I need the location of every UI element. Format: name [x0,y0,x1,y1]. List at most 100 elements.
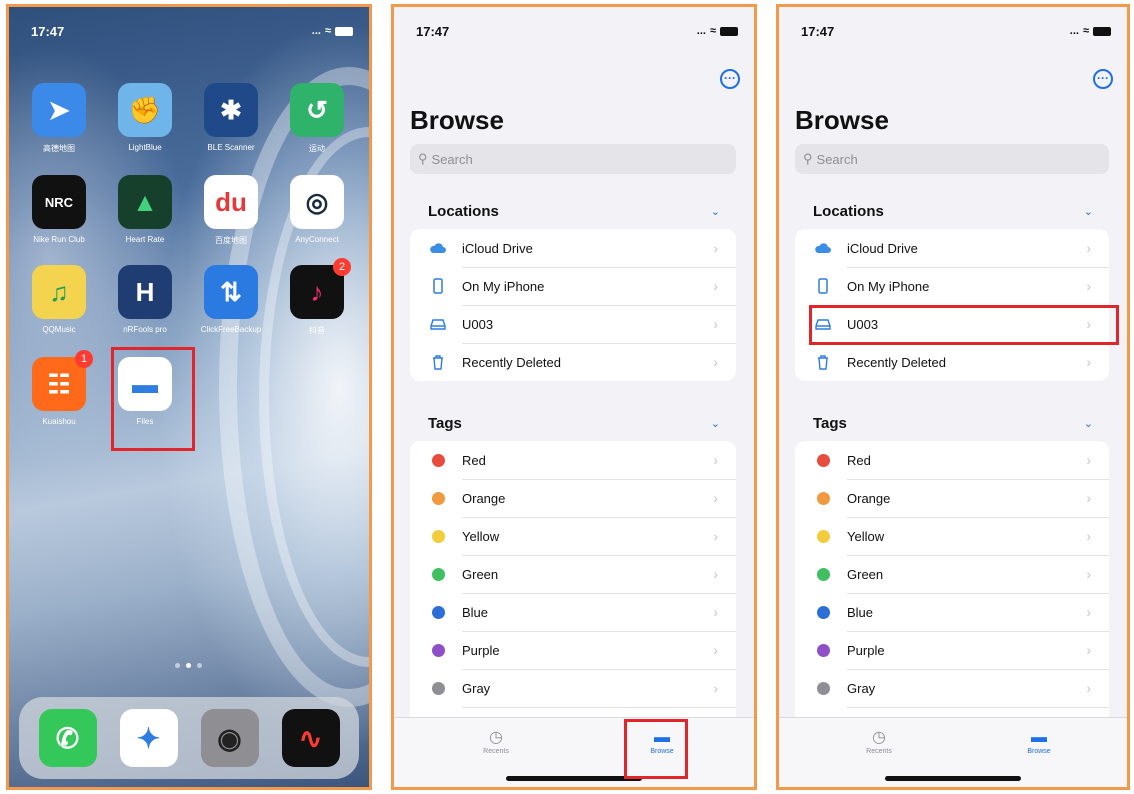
app-label: 抖音 [309,326,325,335]
page-indicator[interactable] [175,663,202,668]
tag-item-green[interactable]: Green › [410,555,736,593]
location-item-recently-deleted[interactable]: Recently Deleted › [410,343,736,381]
search-icon: ⚲ [418,151,428,166]
app-glyph-icon: NRC [44,194,74,210]
app-glyph-icon: H [135,276,155,307]
app-icon[interactable]: ◎ [290,175,344,229]
app-8[interactable]: ◎ AnyConnect [279,175,355,244]
app-icon[interactable]: ⇅ [204,265,258,319]
app-glyph-icon: ⇅ [220,276,242,307]
app-12[interactable]: ♪ 2 抖音 [279,258,355,336]
tab-label: Browse [1027,748,1051,755]
tag-dot-icon [813,605,833,619]
tag-item-purple[interactable]: Purple › [410,631,736,669]
app-11[interactable]: ⇅ ClickFreeBackup [193,265,269,334]
tag-label: Gray [462,680,491,696]
location-label: On My iPhone [462,278,545,294]
chevron-right-icon: › [713,316,718,332]
location-label: iCloud Drive [462,240,533,256]
page-title: Browse [795,105,889,135]
cloud-icon [428,240,448,256]
more-options-icon[interactable]: ··· [720,69,740,89]
search-input[interactable]: ⚲ Search [410,144,736,174]
tag-item-red[interactable]: Red › [410,441,736,479]
battery-icon [720,26,738,36]
chevron-right-icon: › [1086,528,1091,544]
locations-header[interactable]: Locations ⌄ [813,200,1093,222]
more-options-icon[interactable]: ··· [1093,69,1113,89]
battery-icon [335,26,353,36]
app-label: AnyConnect [295,235,339,244]
tag-label: Purple [847,642,885,658]
app-5[interactable]: NRC Nike Run Club [21,175,97,244]
tag-item-yellow[interactable]: Yellow › [795,517,1109,555]
voice-memos-icon[interactable]: ∿ [281,709,340,767]
app-glyph-icon: ↺ [306,94,328,125]
app-6[interactable]: ▲ Heart Rate [107,175,183,244]
tag-item-purple[interactable]: Purple › [795,631,1109,669]
tab-recents[interactable]: ◷ Recents [849,728,909,755]
tab-bar: ◷ Recents ▬ Browse [779,717,1127,787]
tag-item-yellow[interactable]: Yellow › [410,517,736,555]
app-icon[interactable]: ♪ 2 [290,258,351,319]
search-icon: ⚲ [803,151,813,166]
app-icon[interactable]: ✱ [204,83,258,137]
chevron-down-icon[interactable]: ⌄ [1084,205,1093,218]
location-item-icloud-drive[interactable]: iCloud Drive › [795,229,1109,267]
tag-item-blue[interactable]: Blue › [795,593,1109,631]
app-icon[interactable]: ➤ [32,83,86,137]
location-item-icloud-drive[interactable]: iCloud Drive › [410,229,736,267]
chevron-down-icon[interactable]: ⌄ [1084,417,1093,430]
tag-dot-icon [813,529,833,543]
app-4[interactable]: ↺ 运动 [279,83,355,154]
app-icon[interactable]: ▲ [118,175,172,229]
phone-icon[interactable]: ✆ [38,709,97,767]
app-icon[interactable]: ☷ 1 [32,350,93,411]
tag-item-blue[interactable]: Blue › [410,593,736,631]
location-item-recently-deleted[interactable]: Recently Deleted › [795,343,1109,381]
tab-recents[interactable]: ◷ Recents [466,728,526,755]
tab-browse[interactable]: ▬ Browse [1009,728,1069,755]
app-7[interactable]: du 百度地图 [193,175,269,246]
tag-item-orange[interactable]: Orange › [410,479,736,517]
app-icon[interactable]: H [118,265,172,319]
location-item-u003[interactable]: U003 › [410,305,736,343]
chevron-down-icon[interactable]: ⌄ [711,417,720,430]
tags-header[interactable]: Tags ⌄ [428,412,720,434]
tag-item-red[interactable]: Red › [795,441,1109,479]
tag-label: Orange [462,490,506,506]
app-icon[interactable]: NRC [32,175,86,229]
status-time: 17:47 [416,23,450,39]
tag-item-gray[interactable]: Gray › [795,669,1109,707]
search-input[interactable]: ⚲ Search [795,144,1109,174]
location-item-on-my-iphone[interactable]: On My iPhone › [410,267,736,305]
tag-item-gray[interactable]: Gray › [410,669,736,707]
app-glyph-icon: ◎ [305,186,329,217]
tags-header[interactable]: Tags ⌄ [813,412,1093,434]
safari-icon[interactable]: ✦ [119,709,178,767]
tag-label: Blue [462,604,489,620]
dock: ✆ ✦ ◉ ∿ [19,697,359,779]
wifi-icon: ≈ [1082,25,1089,37]
app-1[interactable]: ➤ 高德地图 [21,83,97,154]
app-9[interactable]: ♫ QQMusic [21,265,97,334]
chevron-down-icon[interactable]: ⌄ [711,205,720,218]
tag-item-orange[interactable]: Orange › [795,479,1109,517]
app-icon[interactable]: du [204,175,258,229]
app-icon[interactable]: ♫ [32,265,86,319]
location-item-on-my-iphone[interactable]: On My iPhone › [795,267,1109,305]
tab-bar: ◷ Recents ▬ Browse [394,717,754,787]
tag-item-green[interactable]: Green › [795,555,1109,593]
dock-glyph-icon: ◉ [217,722,242,754]
locations-header[interactable]: Locations ⌄ [428,200,720,222]
app-3[interactable]: ✱ BLE Scanner [193,83,269,152]
app-10[interactable]: HnRFools pro [107,265,183,334]
app-2[interactable]: ✊ LightBlue [107,83,183,152]
app-13[interactable]: ☷ 1 Kuaishou [21,350,97,426]
app-icon[interactable]: ↺ [290,83,344,137]
phone-icon [428,278,448,294]
app-glyph-icon: ➤ [48,94,70,125]
tag-dot-icon [813,491,833,505]
camera-icon[interactable]: ◉ [200,709,259,767]
app-icon[interactable]: ✊ [118,83,172,137]
